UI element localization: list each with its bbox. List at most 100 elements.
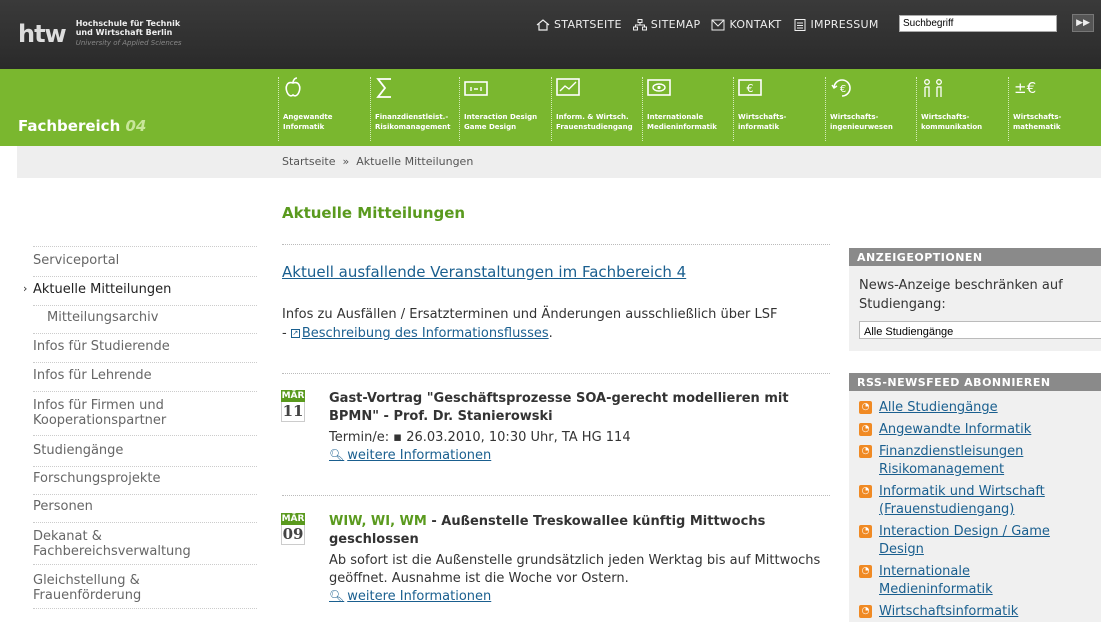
breadcrumb-bar [17, 146, 1101, 178]
cancelled-courses-link[interactable]: Aktuell ausfallende Veranstaltungen im F… [282, 263, 686, 281]
rss-box: RSS-NEWSFEED ABONNIEREN ◔ Alle Studiengän… [849, 373, 1101, 622]
sidebar-item-serviceportal[interactable]: Serviceportal [33, 253, 257, 277]
sidebar-item-infos-studierende[interactable]: Infos für Studierende [33, 339, 257, 363]
htw-logo[interactable]: htw Hochschule für Technik und Wirtschaf… [18, 19, 182, 48]
rss-link[interactable]: Angewandte Informatik [879, 421, 1031, 439]
info-flow-link[interactable]: Beschreibung des Informationsflusses [302, 326, 549, 341]
sidebar-item-label: Gleichstellung & Frauenförderung [33, 573, 142, 603]
department-title[interactable]: Fachbereich 04 [18, 117, 146, 135]
program-label: Interaction Design Game Design [464, 113, 538, 131]
magnifier-icon: 🔍︎ [329, 448, 345, 462]
sidebar-item-label: Dekanat & Fachbereichsverwaltung [33, 529, 191, 559]
program-label: Wirtschafts-mathematik [1013, 113, 1062, 131]
display-options-body: News-Anzeige beschränken auf Studiengang… [849, 266, 1101, 351]
sidebar-item-dekanat[interactable]: Dekanat & Fachbereichsverwaltung [33, 529, 257, 565]
sidebar-item-infos-lehrende[interactable]: Infos für Lehrende [33, 368, 257, 392]
more-info-link[interactable]: 🔍︎ weitere Informationen [329, 589, 829, 604]
more-info-label: weitere Informationen [347, 448, 492, 463]
news-body: Termin/e: ▪ 26.03.2010, 10:30 Uhr, TA HG… [329, 430, 631, 445]
rss-link[interactable]: Alle Studiengänge [879, 399, 998, 417]
eye-icon [647, 79, 671, 96]
home-icon [536, 18, 550, 31]
sidebar-item-gleichstellung[interactable]: Gleichstellung & Frauenförderung [33, 573, 257, 609]
news-headline[interactable]: Gast-Vortrag "Geschäftsprozesse SOA-gere… [329, 390, 829, 426]
sidebar-item-label: Mitteilungsarchiv [47, 310, 159, 325]
people-icon [924, 79, 942, 97]
display-options-box: ANZEIGEOPTIONEN News-Anzeige beschränken… [849, 248, 1101, 351]
search-input[interactable] [899, 15, 1057, 32]
program-label: Inform. & Wirtsch. Frauenstudiengang [556, 113, 633, 131]
sidebar-item-label: Infos für Lehrende [33, 368, 152, 383]
announcement-body: Infos zu Ausfällen / Ersatzterminen und … [282, 307, 778, 322]
rss-link[interactable]: Internationale Medieninformatik [879, 563, 1019, 599]
display-options-text: News-Anzeige beschränken auf Studiengang… [859, 278, 1063, 312]
contact-icon [711, 19, 725, 30]
sidebar-item-aktuelle-mitteilungen[interactable]: › Aktuelle Mitteilungen [23, 282, 257, 306]
breadcrumb-current: Aktuelle Mitteilungen [356, 155, 474, 168]
sidebar-item-infos-firmen[interactable]: Infos für Firmen und Kooperationspartner [33, 398, 257, 436]
nav-sitemap[interactable]: SITEMAP [632, 18, 701, 31]
news-item: MÄR 09 WIW, WI, WM - Außenstelle Treskow… [281, 513, 829, 604]
news-headline-text: Gast-Vortrag "Geschäftsprozesse SOA-gere… [329, 391, 789, 424]
content-divider [282, 495, 830, 496]
rss-item: ◔ Interaction Design / Game Design [859, 523, 1091, 559]
program-wirtschaftsinformatik[interactable]: € Wirtschafts-informatik [733, 77, 825, 141]
study-program-select[interactable]: Alle Studiengänge [859, 321, 1101, 339]
logo-mark: htw [18, 19, 67, 48]
program-wirtschaftsmathematik[interactable]: ±€ Wirtschafts-mathematik [1008, 77, 1100, 141]
more-info-link[interactable]: 🔍︎ weitere Informationen [329, 448, 829, 463]
program-label: Wirtschafts-kommunikation [921, 113, 983, 131]
news-content: WIW, WI, WM - Außenstelle Treskowallee k… [329, 513, 829, 604]
rss-link[interactable]: Finanzdienstleisungen Risikomanagement [879, 443, 1029, 479]
sidebar-item-label: Forschungsprojekte [33, 471, 161, 486]
program-wirtschaftskommunikation[interactable]: Wirtschafts-kommunikation [916, 77, 1008, 141]
top-nav: STARTSEITE SITEMAP KONTAKT IMPRESSUM [536, 18, 890, 31]
nav-kontakt-label: KONTAKT [729, 18, 782, 31]
breadcrumb: Startseite » Aktuelle Mitteilungen [282, 155, 473, 168]
rss-link[interactable]: Wirtschaftsinformatik [879, 603, 1018, 621]
euro-cycle-icon: € [831, 79, 851, 97]
program-label: Wirtschafts-ingenieurwesen [830, 113, 893, 131]
program-angewandte-informatik[interactable]: Angewandte Informatik [278, 77, 370, 141]
page-title: Aktuelle Mitteilungen [282, 204, 466, 222]
sidebar-item-forschungsprojekte[interactable]: Forschungsprojekte [33, 471, 257, 495]
news-day: 11 [281, 402, 305, 422]
program-wirtschaftsingenieurwesen[interactable]: € Wirtschafts-ingenieurwesen [825, 77, 917, 141]
sidebar-item-mitteilungsarchiv[interactable]: Mitteilungsarchiv [33, 310, 257, 334]
euro-screen-icon: € [738, 79, 762, 96]
rss-list: ◔ Alle Studiengänge ◔ Angewandte Informati… [849, 391, 1101, 633]
breadcrumb-separator: » [342, 155, 350, 168]
rss-icon: ◔ [859, 565, 872, 578]
document-icon [794, 18, 806, 31]
breadcrumb-home[interactable]: Startseite [282, 155, 336, 168]
news-headline[interactable]: WIW, WI, WM - Außenstelle Treskowallee k… [329, 513, 829, 549]
content-divider [282, 244, 830, 245]
sidebar-item-studiengaenge[interactable]: Studiengänge [33, 443, 257, 467]
nav-sitemap-label: SITEMAP [650, 18, 701, 31]
svg-text:±€: ±€ [1014, 79, 1036, 97]
nav-startseite-label: STARTSEITE [554, 18, 622, 31]
rss-icon: ◔ [859, 525, 872, 538]
sidebar-item-personen[interactable]: Personen [33, 499, 257, 523]
nav-kontakt[interactable]: KONTAKT [711, 18, 781, 31]
sidebar-item-label: Infos für Firmen und Kooperationspartner [33, 398, 167, 428]
news-content: Gast-Vortrag "Geschäftsprozesse SOA-gere… [329, 390, 829, 463]
rss-icon: ◔ [859, 445, 872, 458]
program-medieninformatik[interactable]: Internationale Medieninformatik [642, 77, 734, 141]
program-informatik-wirtschaft[interactable]: Inform. & Wirtsch. Frauenstudiengang [551, 77, 643, 141]
rss-link[interactable]: Informatik und Wirtschaft (Frauenstudien… [879, 483, 1059, 519]
info-suffix: . [548, 326, 553, 341]
program-label: Angewandte Informatik [283, 113, 333, 131]
apple-icon [285, 77, 301, 97]
program-interaction-design[interactable]: Interaction Design Game Design [459, 77, 551, 141]
nav-impressum-label: IMPRESSUM [810, 18, 879, 31]
nav-startseite[interactable]: STARTSEITE [536, 18, 622, 31]
content-divider [282, 373, 830, 374]
nav-impressum[interactable]: IMPRESSUM [793, 18, 879, 31]
search-button[interactable]: ▶▶ [1072, 14, 1094, 32]
program-finanzdienstleistungen[interactable]: Finanzdienstleist.- Risikomanagement [370, 77, 462, 141]
rss-link[interactable]: Interaction Design / Game Design [879, 523, 1079, 559]
rss-icon: ◔ [859, 485, 872, 498]
rss-icon: ◔ [859, 401, 872, 414]
external-link-icon: ↗ [290, 329, 300, 338]
